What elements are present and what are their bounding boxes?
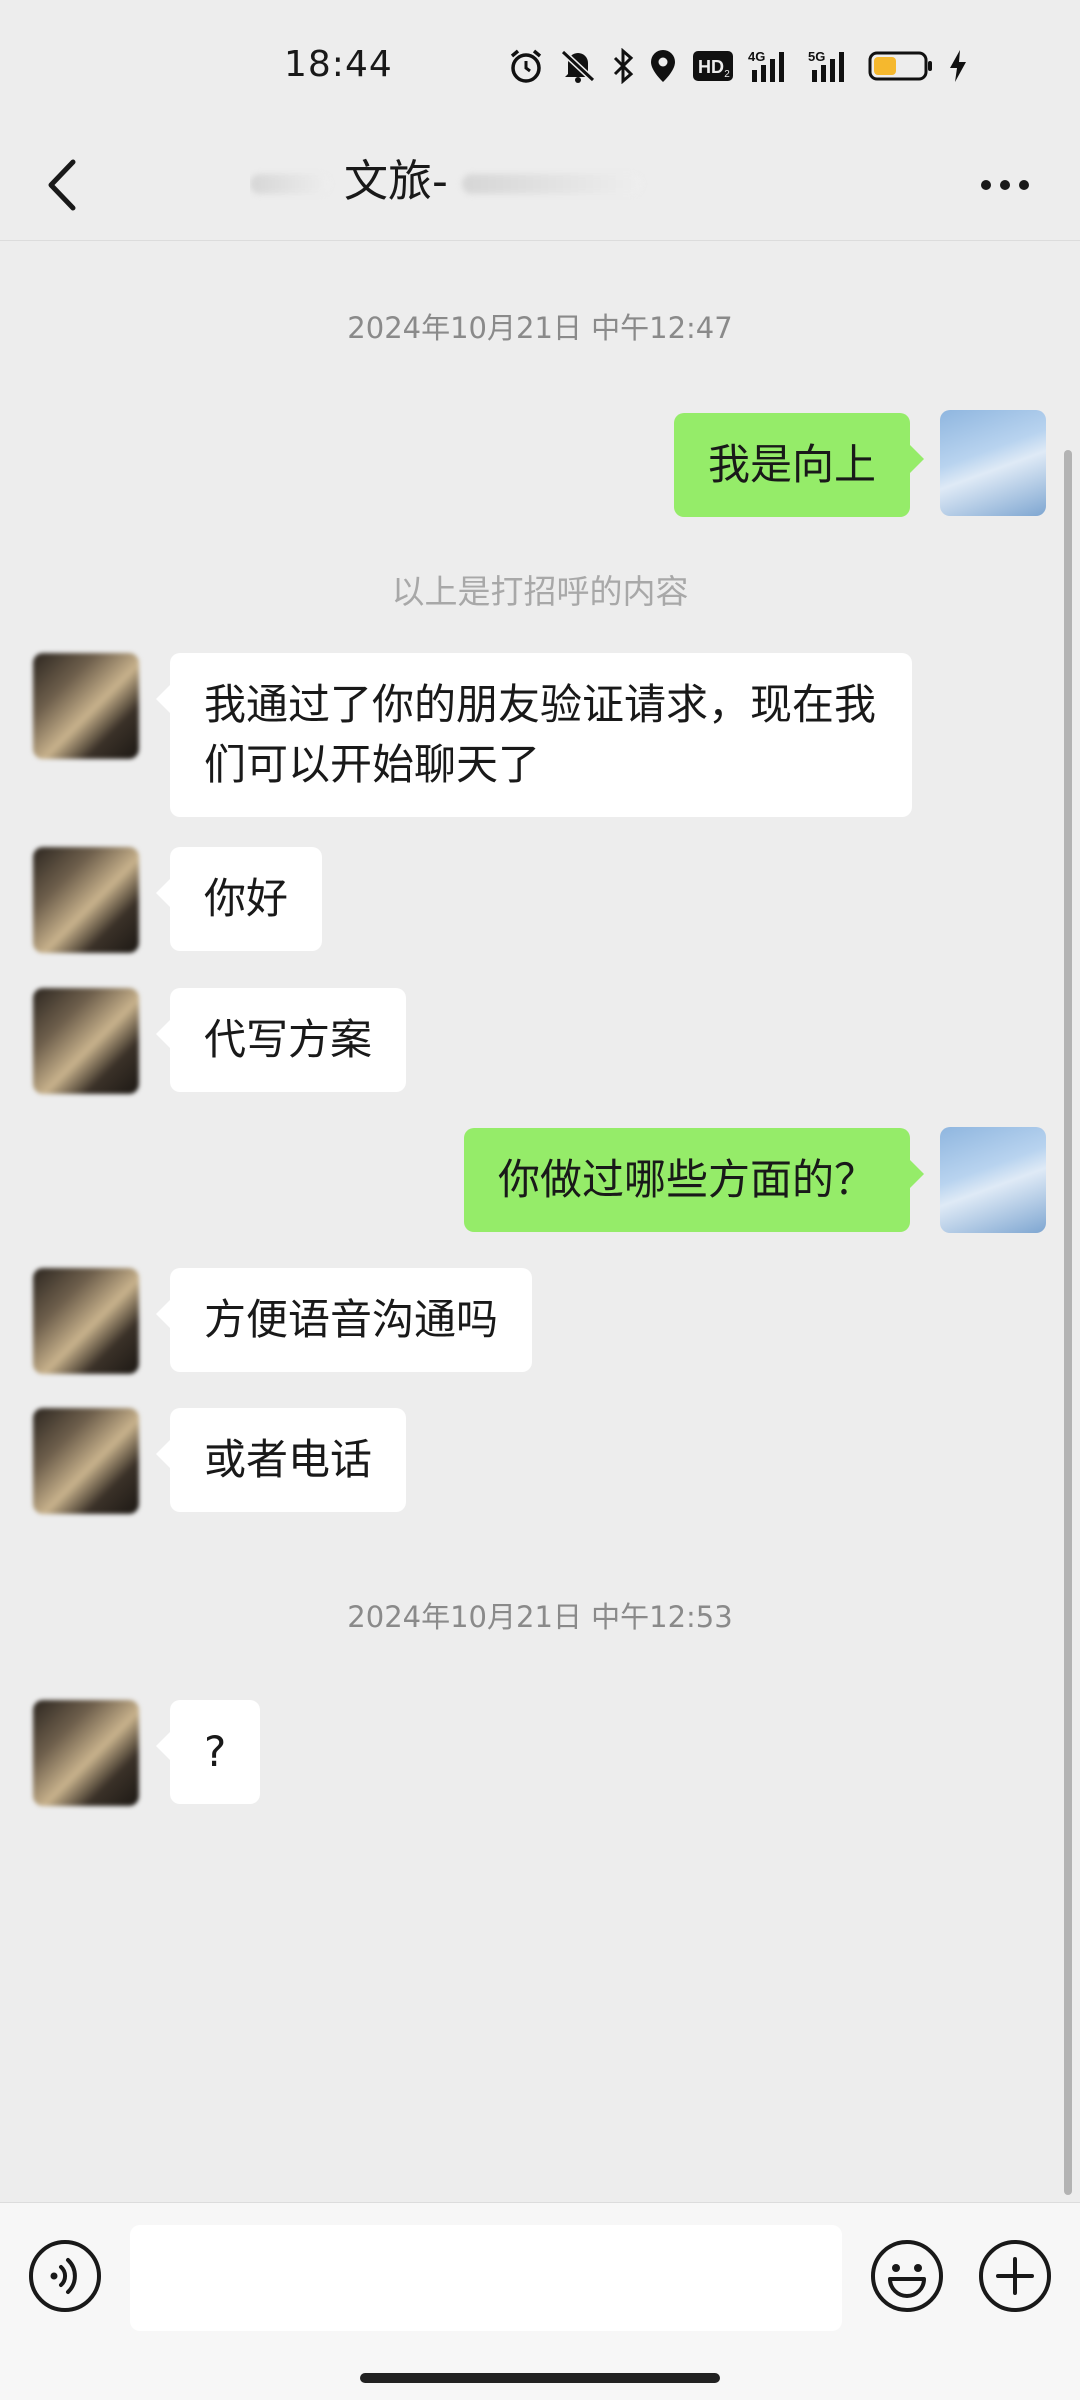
emoji-button[interactable]: [870, 2239, 944, 2313]
more-dots-icon: [981, 180, 1029, 190]
signal-5g-icon: 5G: [808, 48, 854, 84]
hd-icon: HD 2: [692, 50, 734, 82]
avatar-peer[interactable]: [33, 1268, 139, 1374]
hd-label: HD: [698, 57, 724, 77]
bluetooth-icon: [612, 48, 634, 84]
chat-title-text: 文旅-: [344, 156, 448, 207]
mute-icon: [558, 48, 598, 84]
avatar-peer[interactable]: [33, 653, 139, 759]
title-redacted-right: [461, 174, 642, 194]
status-icons: HD 2 4G 5G: [508, 44, 982, 88]
chat-title: 文旅-: [250, 152, 830, 212]
avatar-peer[interactable]: [33, 1700, 139, 1806]
status-time: 18:44: [284, 44, 393, 85]
network-4g-label: 4G: [748, 49, 765, 64]
timestamp: 2024年10月21日 中午12:47: [347, 311, 733, 345]
svg-text:2: 2: [724, 69, 730, 80]
message-input[interactable]: [130, 2225, 842, 2331]
message-in[interactable]: 我通过了你的朋友验证请求，现在我们可以开始聊天了: [156, 653, 912, 817]
more-functions-button[interactable]: [978, 2239, 1052, 2313]
system-note: 以上是打招呼的内容: [391, 572, 689, 611]
battery-level-fill: [874, 57, 896, 75]
avatar-peer[interactable]: [33, 1408, 139, 1514]
voice-icon: [29, 2240, 101, 2312]
message-out[interactable]: 你做过哪些方面的？: [463, 1128, 925, 1232]
message-in[interactable]: ?: [155, 1700, 261, 1804]
title-redacted-left: [250, 174, 330, 194]
scrollbar[interactable]: [1064, 450, 1072, 2195]
alarm-icon: [508, 48, 544, 84]
avatar-self[interactable]: [940, 410, 1046, 516]
avatar-self[interactable]: [940, 1127, 1046, 1233]
voice-input-button[interactable]: [28, 2239, 102, 2313]
status-bar: 18:44 HD 2 4G 5G: [0, 0, 1080, 130]
emoji-icon: [871, 2240, 943, 2312]
signal-4g-icon: 4G: [748, 48, 794, 84]
avatar-peer[interactable]: [33, 847, 139, 953]
back-button[interactable]: [32, 150, 92, 220]
message-in[interactable]: 或者电话: [155, 1408, 407, 1512]
home-indicator[interactable]: [360, 2373, 720, 2383]
message-in[interactable]: 代写方案: [155, 988, 407, 1092]
message-out[interactable]: 我是向上: [673, 413, 925, 517]
plus-icon: [979, 2240, 1051, 2312]
chat-header: 文旅-: [0, 130, 1080, 241]
charging-icon: [948, 48, 968, 84]
timestamp: 2024年10月21日 中午12:53: [347, 1600, 733, 1634]
message-in[interactable]: 方便语音沟通吗: [155, 1268, 533, 1372]
location-icon: [648, 48, 678, 84]
avatar-peer[interactable]: [33, 988, 139, 1094]
input-bar: [0, 2202, 1080, 2400]
network-5g-label: 5G: [808, 49, 825, 64]
battery-icon: [868, 50, 934, 82]
chevron-left-icon: [48, 159, 76, 211]
message-in[interactable]: 你好: [155, 847, 323, 951]
more-options-button[interactable]: [970, 150, 1040, 220]
